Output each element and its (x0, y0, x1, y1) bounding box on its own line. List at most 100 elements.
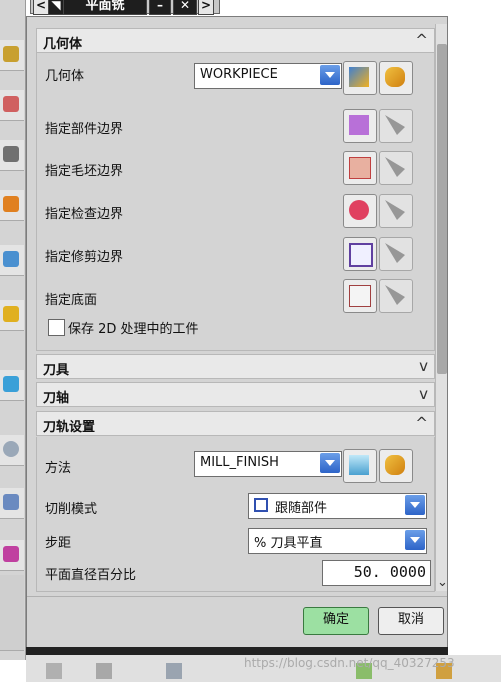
edit-geometry-button[interactable] (379, 61, 413, 95)
stepover-select[interactable]: % 刀具平直 (248, 528, 427, 554)
prev-dialog-button[interactable]: < (33, 0, 49, 15)
flashlight-icon (385, 285, 405, 305)
clock-icon (3, 441, 19, 457)
chevron-down-icon[interactable] (320, 453, 340, 473)
toolbar-link-button[interactable] (0, 300, 24, 331)
section-axis-header[interactable]: 刀轴 v (36, 382, 435, 407)
collapse-up-icon[interactable]: ^ (415, 414, 428, 432)
toolbar-geometry-button[interactable] (0, 40, 24, 71)
expand-down-icon[interactable]: v (419, 357, 428, 375)
new-geometry-icon (349, 67, 369, 87)
close-button[interactable]: ✕ (173, 0, 197, 15)
save-2d-checkbox[interactable] (48, 319, 65, 336)
trim-boundary-icon (349, 243, 373, 267)
wrench-icon (385, 455, 405, 475)
stepover-label: 步距 (45, 536, 72, 551)
geometry-select[interactable]: WORKPIECE (194, 63, 342, 89)
list-icon (3, 494, 19, 510)
dialog-title-bar: < ◥ 平面铣 – ✕ > (30, 0, 220, 15)
flat-percent-input[interactable]: 50. 0000 (322, 560, 431, 586)
minimize-button[interactable]: – (149, 0, 171, 15)
blank-boundary-display-button[interactable] (379, 151, 413, 185)
stepover-select-value: % 刀具平直 (254, 536, 323, 551)
section-path-settings-header[interactable]: 刀轨设置 ^ (36, 411, 435, 436)
trim-boundary-label: 指定修剪边界 (45, 250, 124, 265)
section-axis-title: 刀轴 (43, 391, 70, 406)
next-dialog-button[interactable]: > (198, 0, 214, 15)
floor-display-button[interactable] (379, 279, 413, 313)
feature-icon (3, 251, 19, 267)
wrench-icon (385, 67, 405, 87)
new-geometry-button[interactable] (343, 61, 377, 95)
check-boundary-display-button[interactable] (379, 194, 413, 228)
chevron-down-icon[interactable] (405, 530, 425, 550)
part-boundary-display-button[interactable] (379, 109, 413, 143)
flashlight-icon (385, 157, 405, 177)
link-icon (3, 306, 19, 322)
section-tool-title: 刀具 (43, 363, 70, 378)
expand-down-icon[interactable]: v (419, 385, 428, 403)
toolbar-scroller[interactable] (0, 575, 24, 651)
toolbar-color-button[interactable] (0, 540, 24, 571)
toolbar-path-button[interactable] (0, 140, 24, 171)
display-icon (3, 376, 19, 392)
section-geometry-title: 几何体 (43, 37, 83, 52)
toolbar-list-button[interactable] (0, 488, 24, 519)
part-boundary-select-button[interactable] (343, 109, 377, 143)
trim-boundary-select-button[interactable] (343, 237, 377, 271)
flat-percent-label: 平面直径百分比 (45, 568, 137, 583)
edit-method-button[interactable] (379, 449, 413, 483)
geometry-select-value: WORKPIECE (200, 67, 278, 82)
ok-button[interactable]: 确定 (303, 607, 369, 635)
floor-select-button[interactable] (343, 279, 377, 313)
tool-icon (3, 196, 19, 212)
trim-boundary-display-button[interactable] (379, 237, 413, 271)
dialog-footer: 确定 取消 (27, 596, 447, 644)
toolbar-tool-button[interactable] (0, 190, 24, 221)
cancel-button[interactable]: 取消 (378, 607, 444, 635)
toolbar-display-button[interactable] (0, 370, 24, 401)
section-geometry-header[interactable]: 几何体 ^ (36, 28, 435, 53)
method-select[interactable]: MILL_FINISH (194, 451, 342, 477)
part-boundary-icon (349, 115, 369, 135)
check-boundary-select-button[interactable] (343, 194, 377, 228)
save-2d-label: 保存 2D 处理中的工件 (68, 322, 199, 337)
new-method-button[interactable] (343, 449, 377, 483)
scrollbar-thumb[interactable] (437, 44, 447, 374)
path-icon (3, 146, 19, 162)
scroll-down-icon[interactable]: ⌄ (437, 575, 448, 590)
arrow-icon: ◥ (48, 0, 64, 15)
section-tool-header[interactable]: 刀具 v (36, 354, 435, 379)
check-boundary-icon (349, 200, 369, 220)
section-geometry-body: 几何体 WORKPIECE 指定部件边界 指定毛坯边界 指定检查边界 指定修剪边… (36, 53, 435, 351)
section-path-settings-title: 刀轨设置 (43, 420, 96, 435)
palette-icon (3, 546, 19, 562)
left-toolbar (0, 0, 26, 660)
toolbar-feature-button[interactable] (0, 245, 24, 276)
floor-icon (349, 285, 371, 307)
chevron-down-icon[interactable] (405, 495, 425, 515)
method-label: 方法 (45, 461, 72, 476)
blank-boundary-icon (349, 157, 371, 179)
flashlight-icon (385, 200, 405, 220)
method-select-value: MILL_FINISH (200, 455, 279, 470)
check-boundary-label: 指定检查边界 (45, 207, 124, 222)
collapse-up-icon[interactable]: ^ (415, 31, 428, 49)
dialog-title: 平面铣 (63, 0, 147, 15)
geometry-icon (3, 46, 19, 62)
blank-boundary-select-button[interactable] (343, 151, 377, 185)
chevron-down-icon[interactable] (320, 65, 340, 85)
toolbar-icon[interactable] (46, 663, 62, 679)
flashlight-icon (385, 115, 405, 135)
cut-pattern-select-value: 跟随部件 (275, 501, 328, 516)
dialog-scrollbar[interactable] (435, 24, 447, 591)
cut-pattern-select[interactable]: 跟随部件 (248, 493, 427, 519)
toolbar-icon[interactable] (166, 663, 182, 679)
geometry-label: 几何体 (45, 69, 85, 84)
boundary-icon (3, 96, 19, 112)
watermark: https://blog.csdn.net/qq_40327253 (244, 656, 455, 670)
toolbar-boundary-button[interactable] (0, 90, 24, 121)
toolbar-icon[interactable] (96, 663, 112, 679)
toolbar-clock-button[interactable] (0, 435, 24, 466)
follow-part-icon (254, 498, 268, 512)
